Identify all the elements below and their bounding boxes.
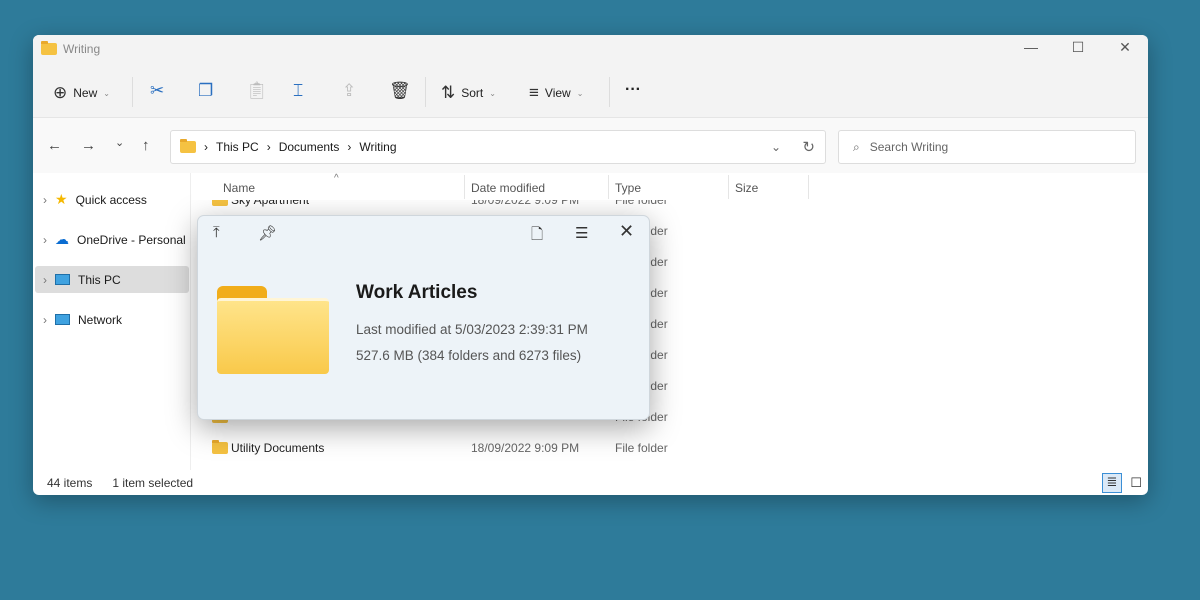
file-type: File folder xyxy=(615,441,668,455)
divider xyxy=(609,77,610,107)
breadcrumb-this-pc[interactable]: This PC xyxy=(216,140,259,154)
copy-button[interactable]: ❐ xyxy=(198,81,213,101)
column-name[interactable]: Name xyxy=(223,181,255,195)
maximize-button[interactable]: ☐ xyxy=(1055,39,1101,56)
chevron-down-icon: ⌄ xyxy=(576,88,584,98)
table-row[interactable]: Utility Documents 18/09/2022 9:09 PM File … xyxy=(192,432,1136,463)
sidebar-item-onedrive[interactable]: › ☁ OneDrive - Personal xyxy=(35,226,189,253)
monitor-icon xyxy=(55,274,70,285)
column-divider[interactable] xyxy=(808,175,809,199)
address-bar[interactable]: › This PC › Documents › Writing ⌄ ↻ xyxy=(170,130,826,164)
view-label: View xyxy=(544,86,571,100)
chevron-right-icon: › xyxy=(43,312,47,327)
paste-button[interactable]: 📋︎ xyxy=(246,81,268,101)
cloud-icon: ☁ xyxy=(55,231,69,247)
file-name: Utility Documents xyxy=(231,441,325,455)
sidebar-item-label: This PC xyxy=(78,272,121,287)
breadcrumb-writing[interactable]: Writing xyxy=(359,140,396,154)
rename-icon: ⌶ xyxy=(293,81,304,100)
chevron-down-icon: ⌄ xyxy=(489,88,496,98)
selection-count: 1 item selected xyxy=(112,475,194,490)
sidebar-item-label: OneDrive - Personal xyxy=(77,232,186,247)
divider xyxy=(132,77,133,107)
status-bar: 44 items 1 item selected ≣ ☐ xyxy=(33,470,1148,495)
column-divider[interactable] xyxy=(728,175,729,199)
network-icon xyxy=(55,314,70,325)
folder-info-popup: ⤒ 📌︎ 🗋 ☰ ✕ Work Articles Last modified a… xyxy=(197,215,650,420)
sidebar-item-label: Network xyxy=(78,312,123,327)
navigation-bar: ← → ⌄ ↑ › This PC › Documents › Writing … xyxy=(33,117,1148,173)
sidebar-item-label: Quick access xyxy=(75,192,147,207)
chevron-right-icon: › xyxy=(43,192,47,207)
breadcrumb-documents[interactable]: Documents xyxy=(279,140,340,154)
forward-arrow-icon[interactable]: → xyxy=(81,137,96,154)
chevron-down-icon: ⌄ xyxy=(103,88,110,98)
trash-icon: 🗑︎ xyxy=(389,81,411,100)
view-lines-icon: ≡ xyxy=(529,83,539,102)
plus-circle-icon: ⊕ xyxy=(53,83,68,102)
copy-icon: ❐ xyxy=(198,81,214,100)
cut-button[interactable]: ✂ xyxy=(150,81,164,101)
pin-icon[interactable]: 📌︎ xyxy=(258,224,277,242)
divider xyxy=(425,77,426,107)
up-arrow-icon[interactable]: ↑ xyxy=(142,137,150,154)
column-divider[interactable] xyxy=(464,175,465,199)
sort-label: Sort xyxy=(461,86,484,100)
column-date-modified[interactable]: Date modified xyxy=(471,181,545,195)
search-icon: ⌕ xyxy=(853,139,860,154)
share-icon: ⇪ xyxy=(342,81,357,100)
minimize-button[interactable]: — xyxy=(1008,39,1054,55)
list-options-icon[interactable]: ☰ xyxy=(575,224,588,242)
sidebar-item-network[interactable]: › Network xyxy=(35,306,189,333)
rename-button[interactable]: ⌶ xyxy=(293,81,303,101)
breadcrumb-separator: › xyxy=(347,140,352,154)
close-button[interactable]: ✕ xyxy=(1102,39,1148,56)
sort-icon: ⇅ xyxy=(441,83,456,102)
move-to-top-icon[interactable]: ⤒ xyxy=(213,224,220,241)
scissors-icon: ✂ xyxy=(150,81,165,100)
details-view-button[interactable]: ≣ xyxy=(1102,473,1122,493)
delete-button[interactable]: 🗑︎ xyxy=(389,81,411,101)
share-button[interactable]: ⇪ xyxy=(342,81,356,101)
large-folder-icon xyxy=(217,286,329,374)
refresh-icon[interactable]: ↻ xyxy=(802,138,815,156)
popup-title: Work Articles xyxy=(356,282,478,303)
folder-icon xyxy=(180,139,196,153)
title-bar: Writing — ☐ ✕ ⊕ New ⌄ ✂ ❐ 📋︎ ⌶ ⇪ 🗑︎ ⇅ Sort ⌄… xyxy=(33,35,1148,117)
more-options-button[interactable]: ··· xyxy=(625,81,641,99)
sort-button[interactable]: ⇅ Sort ⌄ xyxy=(441,83,496,103)
column-type[interactable]: Type xyxy=(615,181,641,195)
new-document-icon[interactable]: 🗋 xyxy=(531,224,543,249)
close-icon[interactable]: ✕ xyxy=(619,221,634,242)
item-count: 44 items xyxy=(47,475,93,490)
column-headers: Name ^ Date modified Type Size xyxy=(192,173,1136,200)
breadcrumb-separator: › xyxy=(204,140,208,154)
column-size[interactable]: Size xyxy=(735,181,758,195)
folder-icon xyxy=(212,440,228,454)
sort-ascending-icon: ^ xyxy=(334,173,339,184)
paste-icon: 📋︎ xyxy=(246,81,268,100)
new-button[interactable]: ⊕ New ⌄ xyxy=(53,83,110,103)
chevron-right-icon: › xyxy=(43,232,47,247)
navigation-pane: › ★ Quick access › ☁ OneDrive - Personal › Th… xyxy=(33,173,191,470)
new-label: New xyxy=(73,86,98,100)
star-icon: ★ xyxy=(55,191,68,207)
view-button[interactable]: ≡ View ⌄ xyxy=(529,83,583,103)
sidebar-item-this-pc[interactable]: › This PC xyxy=(35,266,189,293)
popup-size: 527.6 MB (384 folders and 6273 files) xyxy=(356,348,582,363)
address-dropdown-icon[interactable]: ⌄ xyxy=(771,140,781,154)
popup-last-modified: Last modified at 5/03/2023 2:39:31 PM xyxy=(356,322,588,337)
search-placeholder: Search Writing xyxy=(869,140,949,154)
sidebar-item-quick-access[interactable]: › ★ Quick access xyxy=(35,186,189,213)
folder-icon xyxy=(41,41,57,55)
breadcrumb-separator: › xyxy=(266,140,271,154)
tiles-view-button[interactable]: ☐ xyxy=(1130,475,1142,491)
file-date: 18/09/2022 9:09 PM xyxy=(471,441,580,455)
search-input[interactable]: ⌕ Search Writing xyxy=(838,130,1136,164)
window-title: Writing xyxy=(63,42,101,56)
recent-locations-icon[interactable]: ⌄ xyxy=(115,136,124,149)
back-arrow-icon[interactable]: ← xyxy=(47,137,62,154)
column-divider[interactable] xyxy=(608,175,609,199)
chevron-right-icon: › xyxy=(43,272,47,287)
